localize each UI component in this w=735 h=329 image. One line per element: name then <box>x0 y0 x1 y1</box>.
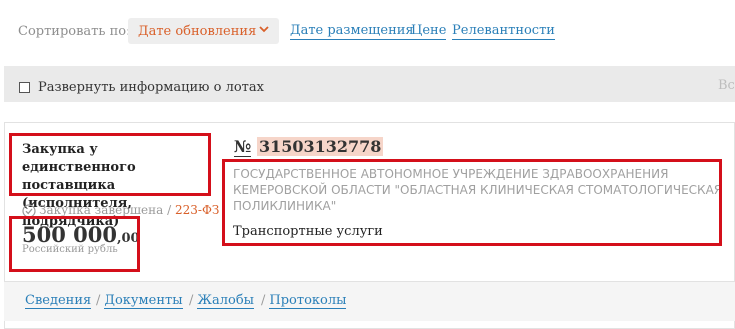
expand-lots-label[interactable]: Развернуть информацию о лотах <box>38 80 264 95</box>
sort-label: Сортировать по: <box>18 24 131 39</box>
annotation-box-type <box>9 133 211 196</box>
status-separator: / <box>167 203 172 217</box>
annotation-box-price <box>9 216 140 272</box>
law-badge: 223-ФЗ <box>175 203 220 217</box>
sort-bar: Сортировать по: Дате обновления Дате раз… <box>0 0 735 62</box>
sort-by-price-link[interactable]: Цене <box>411 24 447 40</box>
tab-complaints[interactable]: / Жалобы <box>189 293 255 309</box>
chevron-down-icon <box>259 26 269 33</box>
sort-dropdown[interactable]: Дате обновления <box>128 18 279 44</box>
sort-by-posting-date-link[interactable]: Дате размещения <box>290 24 414 40</box>
tab-documents[interactable]: / Документы <box>96 293 183 309</box>
expand-lots-bar: Развернуть информацию о лотах Все <box>4 66 735 102</box>
expand-all-link[interactable]: Все <box>718 78 735 93</box>
procurement-number[interactable]: № 31503132778 <box>234 137 384 157</box>
annotation-box-organization <box>222 159 722 246</box>
number-value[interactable]: 31503132778 <box>256 137 384 156</box>
sort-by-relevance-link[interactable]: Релевантности <box>452 24 555 40</box>
status-text: Закупка завершена <box>39 203 164 217</box>
sort-selected-value: Дате обновления <box>138 24 257 39</box>
expand-lots-checkbox[interactable] <box>19 82 30 93</box>
tab-details[interactable]: Сведения <box>25 293 92 309</box>
tab-protocols[interactable]: / Протоколы <box>261 293 347 309</box>
number-prefix: № <box>234 137 252 157</box>
